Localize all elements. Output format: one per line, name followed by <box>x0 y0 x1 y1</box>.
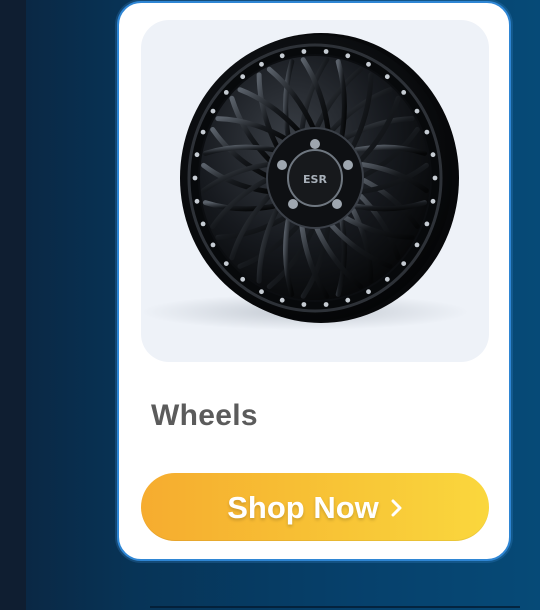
wheel-image[interactable]: ESR <box>141 20 489 362</box>
left-rail <box>0 0 26 610</box>
rivet <box>223 261 229 266</box>
rivet <box>384 276 390 282</box>
rivet <box>432 175 438 181</box>
product-title: Wheels <box>151 399 258 432</box>
rivet <box>194 152 200 158</box>
lug-nut <box>343 160 353 170</box>
rivet <box>414 108 420 114</box>
rivet <box>279 297 285 303</box>
product-image-container[interactable]: ESR <box>141 20 489 362</box>
rivet <box>366 289 371 295</box>
lug-nut <box>332 199 342 209</box>
rivet <box>301 302 307 307</box>
rivet <box>345 53 351 59</box>
rivet <box>430 152 436 158</box>
rivet <box>301 49 307 54</box>
rivet <box>194 198 200 204</box>
lug-nut <box>288 199 298 209</box>
chevron-right-icon <box>391 499 403 517</box>
rivet <box>200 129 206 135</box>
rivet <box>366 61 371 67</box>
shop-now-button[interactable]: Shop Now <box>141 473 489 541</box>
rivet <box>414 242 420 248</box>
bottom-divider <box>150 606 520 608</box>
rivet <box>430 198 436 204</box>
rivet <box>259 61 264 67</box>
rivet <box>279 53 285 59</box>
rivet <box>223 90 229 95</box>
wheel-brand-badge: ESR <box>303 173 327 186</box>
product-card[interactable]: ESR Wheels Shop Now <box>117 1 511 561</box>
rivet <box>401 90 407 95</box>
shop-now-label: Shop Now <box>227 489 379 525</box>
rivet <box>200 221 206 227</box>
rivet <box>192 175 198 181</box>
rivet <box>210 108 216 114</box>
rivet <box>240 74 246 80</box>
rivet <box>240 276 246 282</box>
rivet <box>384 74 390 80</box>
rivet <box>345 297 351 303</box>
lug-nut <box>277 160 287 170</box>
rivet <box>323 49 329 54</box>
rivet <box>401 261 407 266</box>
lug-nut <box>310 139 320 149</box>
rivet <box>259 289 264 295</box>
rivet <box>210 242 216 248</box>
rivet <box>424 129 430 135</box>
rivet <box>424 221 430 227</box>
rivet <box>323 302 329 307</box>
